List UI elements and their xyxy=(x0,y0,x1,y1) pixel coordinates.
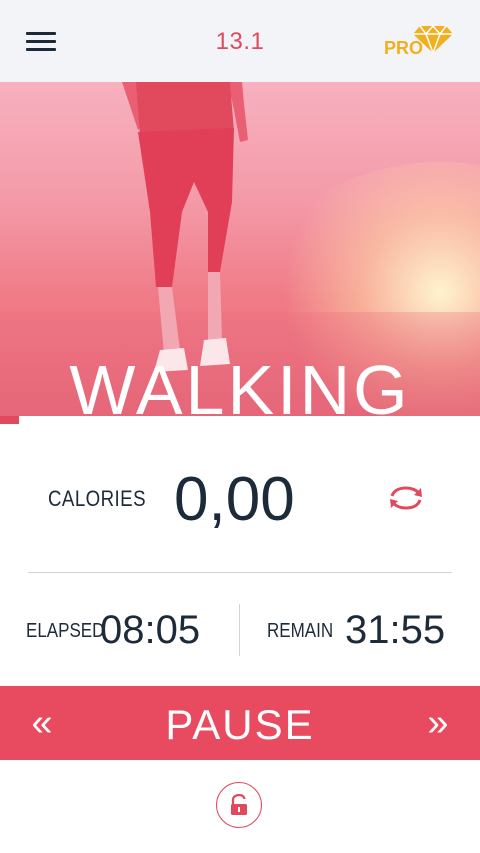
pause-bar: « PAUSE » xyxy=(0,686,480,760)
workout-progress-bar xyxy=(0,416,480,424)
calories-label: CALORIES xyxy=(48,486,146,511)
pause-button[interactable]: PAUSE xyxy=(100,701,380,749)
activity-title: WALKING xyxy=(69,351,411,420)
workout-progress-fill xyxy=(0,416,20,424)
stats-divider xyxy=(28,572,452,573)
previous-button[interactable]: « xyxy=(22,704,62,742)
hero-image: WALKING xyxy=(0,82,480,420)
top-bar: 13.1 PRO xyxy=(0,0,480,82)
timer-row: ELAPSED 08:05 REMAIN 31:55 xyxy=(0,590,480,670)
calories-value: 0,00 xyxy=(174,465,295,534)
diamond-icon xyxy=(413,24,453,54)
elapsed-label: ELAPSED xyxy=(26,620,105,642)
unlock-icon[interactable] xyxy=(216,782,262,828)
remain-label: REMAIN xyxy=(267,620,334,642)
refresh-icon[interactable] xyxy=(386,484,426,512)
calories-row: CALORIES 0,00 xyxy=(0,440,480,560)
runner-figure xyxy=(122,82,248,372)
elapsed-value: 08:05 xyxy=(100,608,201,652)
remain-value: 31:55 xyxy=(345,608,446,652)
next-button[interactable]: » xyxy=(418,704,458,742)
timer-separator xyxy=(239,604,240,656)
pro-upgrade-button[interactable]: PRO xyxy=(384,24,456,60)
